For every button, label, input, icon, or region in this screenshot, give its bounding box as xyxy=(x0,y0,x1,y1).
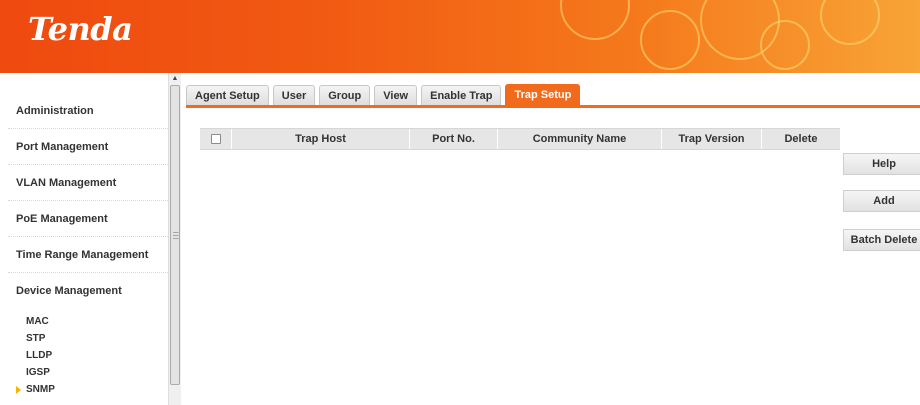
tab-agent-setup[interactable]: Agent Setup xyxy=(186,85,269,105)
column-delete: Delete xyxy=(784,133,818,145)
decorative-circle xyxy=(560,0,630,40)
tab-trap-setup[interactable]: Trap Setup xyxy=(505,84,581,105)
column-port-no: Port No. xyxy=(410,129,498,149)
decorative-circle xyxy=(820,0,880,45)
decorative-circle xyxy=(640,10,700,70)
submenu-item-snmp[interactable]: SNMP xyxy=(16,381,168,398)
submenu-item-igsp[interactable]: IGSP xyxy=(26,364,168,381)
column-trap-host: Trap Host xyxy=(232,129,410,149)
submenu-item-stp[interactable]: STP xyxy=(26,330,168,347)
snmp-tabs: Agent Setup User Group View Enable Trap … xyxy=(186,84,584,105)
tab-group[interactable]: Group xyxy=(319,85,371,105)
scroll-up-arrow-icon[interactable]: ▲ xyxy=(169,73,181,83)
tab-view[interactable]: View xyxy=(374,85,418,105)
sidebar-item-time-range-management[interactable]: Time Range Management xyxy=(8,237,168,273)
sidebar-item-port-management[interactable]: Port Management xyxy=(8,129,168,165)
batch-delete-button[interactable]: Batch Delete xyxy=(843,229,920,251)
submenu-item-lldp[interactable]: LLDP xyxy=(26,347,168,364)
active-arrow-icon xyxy=(16,385,21,394)
sidebar-item-vlan-management[interactable]: VLAN Management xyxy=(8,165,168,201)
scroll-thumb[interactable]: ─ ─ ─ xyxy=(170,85,180,385)
brand-logo: Tenda xyxy=(28,10,133,48)
select-all-cell xyxy=(200,129,232,149)
sidebar-item-device-management[interactable]: Device Management xyxy=(8,273,168,309)
select-all-checkbox[interactable] xyxy=(210,134,221,144)
decorative-circle xyxy=(760,20,810,70)
scroll-grip-icon: ─ ─ ─ xyxy=(173,228,179,243)
submenu-item-snmp-label: SNMP xyxy=(26,384,55,395)
device-management-submenu: MAC STP LLDP IGSP SNMP xyxy=(8,309,168,398)
sidebar: Administration Port Management VLAN Mana… xyxy=(0,77,182,405)
header-banner: Tenda xyxy=(0,0,920,73)
tab-enable-trap[interactable]: Enable Trap xyxy=(421,85,502,105)
tabs-underline xyxy=(186,105,920,108)
sidebar-scrollbar[interactable]: ▲ ─ ─ ─ xyxy=(168,73,181,405)
sidebar-item-poe-management[interactable]: PoE Management xyxy=(8,201,168,237)
sidebar-menu: Administration Port Management VLAN Mana… xyxy=(8,93,168,398)
column-community-name: Community Name xyxy=(498,129,662,149)
add-button[interactable]: Add xyxy=(843,190,920,212)
help-button[interactable]: Help xyxy=(843,153,920,175)
table-header: Trap Host Port No. Community Name Trap V… xyxy=(200,128,840,150)
submenu-item-mac[interactable]: MAC xyxy=(26,313,168,330)
column-trap-version: Trap Version xyxy=(662,129,762,149)
tab-user[interactable]: User xyxy=(272,85,316,105)
trap-table: Trap Host Port No. Community Name Trap V… xyxy=(200,128,840,150)
sidebar-item-administration[interactable]: Administration xyxy=(8,93,168,129)
